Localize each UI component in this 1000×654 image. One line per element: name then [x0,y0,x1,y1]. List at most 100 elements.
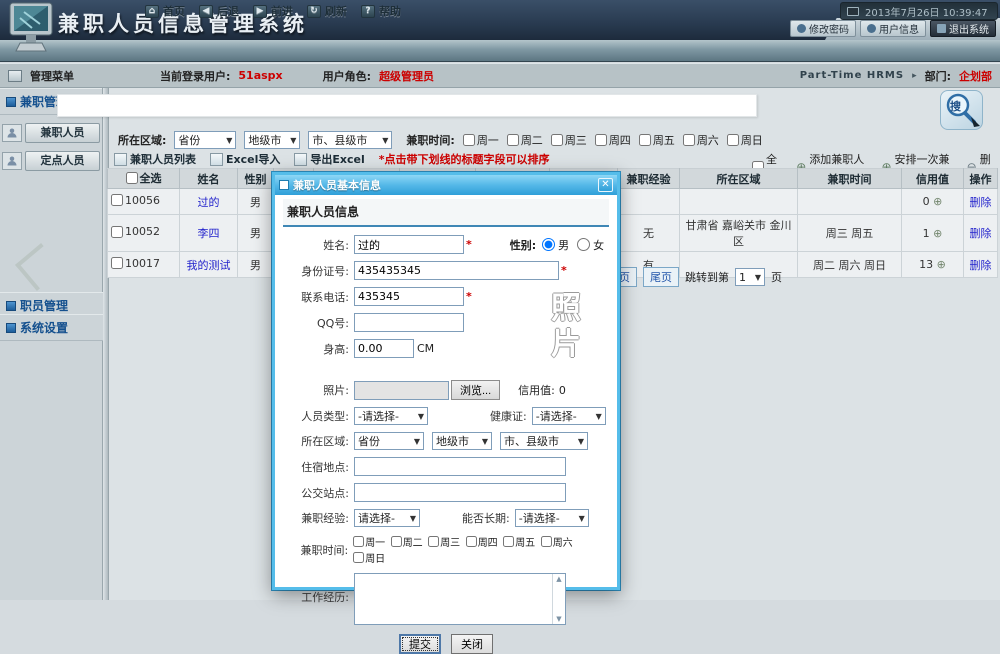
excel-import-button[interactable]: Excel导入 [210,151,280,167]
group-bullet-icon [6,301,16,311]
row-checkbox[interactable]: 10017 [111,257,160,270]
required-star: * [466,290,472,303]
search-char: 搜 [950,98,961,114]
page-jump-select[interactable]: 1 ▼ [735,268,765,286]
forward-icon: ▶ [253,5,267,18]
weekday-checkbox-tue[interactable]: 周二 [507,132,543,148]
modal-weekday-fri[interactable]: 周五 [503,534,535,549]
refresh-icon: ↻ [307,5,321,18]
sidebar-group-system[interactable]: 系统设置 [0,314,103,341]
person-name-link[interactable]: 我的测试 [187,259,231,272]
person-name-link[interactable]: 过的 [198,196,220,209]
modal-county-select[interactable]: 市、县级市 ▼ [500,432,588,450]
city-select[interactable]: 地级市 ▼ [244,131,300,149]
delete-row-link[interactable]: 删除 [970,227,992,240]
monitor-small-icon [847,7,859,16]
height-field[interactable] [354,339,414,358]
datetime-text: 2013年7月26日 10:39:47 [865,4,988,19]
scroll-down-icon[interactable]: ▼ [556,615,561,623]
close-icon[interactable]: ✕ [598,178,613,192]
province-select[interactable]: 省份 ▼ [174,131,236,149]
work-history-textarea[interactable]: ▲ ▼ [354,573,566,625]
excel-export-button[interactable]: 导出Excel [294,151,364,167]
gender-male-radio[interactable] [542,238,555,251]
help-icon: ? [361,5,375,18]
delete-row-link[interactable]: 删除 [970,196,992,209]
type-select[interactable]: -请选择- ▼ [354,407,428,425]
longterm-select[interactable]: -请选择- ▼ [515,509,589,527]
modal-weekday-sat[interactable]: 周六 [541,534,573,549]
experience-select[interactable]: 请选择- ▼ [354,509,420,527]
col-name[interactable]: 姓名 [180,169,238,189]
gender-female-radio[interactable] [577,238,590,251]
photo-watermark: 照片 [551,291,587,363]
nav-forward[interactable]: ▶ 前进 [253,3,293,19]
modal-weekday-wed[interactable]: 周三 [428,534,460,549]
exp-label: 兼职经验: [283,510,349,526]
weekday-checkbox-mon[interactable]: 周一 [463,132,499,148]
scrollbar[interactable]: ▲ ▼ [552,574,565,624]
qq-field[interactable] [354,313,464,332]
modal-titlebar[interactable]: 兼职人员基本信息 ✕ [275,175,617,195]
jump-prefix: 跳转到第 [685,269,729,285]
region-filter-label: 所在区域: [118,132,166,148]
col-region[interactable]: 所在区域 [680,169,798,189]
nav-home[interactable]: ⌂ 首页 [145,3,185,19]
list-tab[interactable]: 兼职人员列表 [114,151,196,167]
idcard-field[interactable] [354,261,559,280]
bus-stop-field[interactable] [354,483,566,502]
col-select-all[interactable]: 全选 [108,169,180,189]
weekday-checkbox-wed[interactable]: 周三 [551,132,587,148]
county-select[interactable]: 市、县级市 ▼ [308,131,392,149]
user-info-button[interactable]: 用户信息 [860,20,926,37]
person-info-modal: 兼职人员基本信息 ✕ 兼职人员信息 照片 姓名: * 性别: 男 女 身份证号:… [272,172,620,590]
weekday-checkbox-thu[interactable]: 周四 [595,132,631,148]
scroll-up-icon[interactable]: ▲ [556,575,561,583]
close-button[interactable]: 关闭 [451,634,493,654]
logout-button[interactable]: 退出系统 [930,20,996,37]
modal-weekday-mon[interactable]: 周一 [353,534,385,549]
delete-row-link[interactable]: 删除 [970,259,992,272]
nav-refresh[interactable]: ↻ 刷新 [307,3,347,19]
col-experience[interactable]: 兼职经验 [618,169,680,189]
info-bar: 管理菜单 当前登录用户: 51aspx 用户角色: 超级管理员 Part-Tim… [0,63,1000,88]
last-page-button[interactable]: 尾页 [643,267,679,287]
modal-city-select[interactable]: 地级市 ▼ [432,432,492,450]
address-field[interactable] [354,457,566,476]
required-star: * [561,264,567,277]
col-credit[interactable]: 信用值 [902,169,964,189]
weekday-checkbox-sat[interactable]: 周六 [683,132,719,148]
add-credit-icon[interactable]: ⊕ [937,258,946,271]
add-credit-icon[interactable]: ⊕ [933,227,942,240]
browse-button[interactable]: 浏览... [451,380,500,400]
row-checkbox[interactable]: 10056 [111,194,160,207]
modal-weekday-tue[interactable]: 周二 [391,534,423,549]
name-field[interactable] [354,235,464,254]
nav-back[interactable]: ◀ 后退 [199,3,239,19]
photo-path-field[interactable] [354,381,449,400]
add-credit-icon[interactable]: ⊕ [933,195,942,208]
dialog-icon [279,180,289,190]
search-button[interactable]: 搜 [940,90,983,130]
health-select[interactable]: -请选择- ▼ [532,407,606,425]
modal-province-select[interactable]: 省份 ▼ [354,432,424,450]
nav-help[interactable]: ? 帮助 [361,3,401,19]
change-password-button[interactable]: 修改密码 [790,20,856,37]
person-name-link[interactable]: 李四 [198,227,220,240]
weekday-checkbox-fri[interactable]: 周五 [639,132,675,148]
login-user: 51aspx [238,69,282,82]
modal-weekday-thu[interactable]: 周四 [466,534,498,549]
sidebar-item-fixed-person[interactable]: 定点人员 [25,151,100,171]
row-checkbox[interactable]: 10052 [111,225,160,238]
col-gender[interactable]: 性别 [238,169,274,189]
col-time[interactable]: 兼职时间 [798,169,902,189]
phone-field[interactable] [354,287,464,306]
col-action[interactable]: 操作 [964,169,998,189]
sidebar-item-parttime-person[interactable]: 兼职人员 [25,123,100,143]
submit-button[interactable]: 提交 [399,634,441,654]
search-icon [941,91,982,129]
weekday-checkbox-sun[interactable]: 周日 [727,132,763,148]
modal-weekday-sun[interactable]: 周日 [353,550,385,565]
person-icon [2,152,22,170]
chevron-down-icon: ▼ [382,136,388,145]
